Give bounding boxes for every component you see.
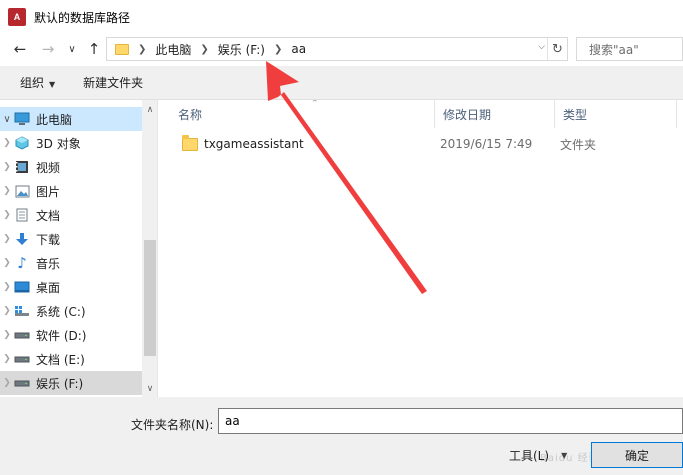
caret-down-icon: ▼ bbox=[561, 450, 568, 460]
ok-button[interactable]: 确定 bbox=[591, 442, 683, 468]
recent-locations-chevron-icon[interactable]: ∨ bbox=[62, 39, 82, 59]
tree-item-label: 系统 (C:) bbox=[36, 304, 86, 319]
column-header-label: 名称 bbox=[178, 107, 203, 122]
chevron-right-icon[interactable]: ❯ bbox=[274, 44, 282, 55]
drive-icon bbox=[14, 352, 30, 366]
chevron-right-icon[interactable]: ❯ bbox=[0, 258, 14, 268]
desktop-icon bbox=[14, 280, 30, 294]
breadcrumb-drive-f[interactable]: 娱乐 (F:) bbox=[218, 41, 265, 58]
chevron-right-icon[interactable]: ❯ bbox=[0, 138, 14, 148]
tree-item-3d-objects[interactable]: ❯ 3D 对象 bbox=[0, 131, 142, 155]
tree-item-downloads[interactable]: ❯ 下载 bbox=[0, 227, 142, 251]
chevron-right-icon[interactable]: ❯ bbox=[138, 44, 146, 55]
sort-ascending-icon: ⌃ bbox=[311, 100, 319, 109]
chevron-right-icon[interactable]: ❯ bbox=[0, 162, 14, 172]
file-row[interactable]: txgameassistant 2019/6/15 7:49 文件夹 bbox=[159, 133, 683, 155]
chevron-right-icon[interactable]: ❯ bbox=[200, 44, 208, 55]
tree-item-drive-d[interactable]: ❯ 软件 (D:) bbox=[0, 323, 142, 347]
organize-button[interactable]: 组织 ▼ bbox=[20, 74, 55, 91]
chevron-right-icon[interactable]: ❯ bbox=[0, 354, 14, 364]
access-app-icon: A bbox=[8, 8, 26, 26]
column-header-modified[interactable]: 修改日期 bbox=[435, 100, 555, 128]
download-icon bbox=[14, 232, 30, 246]
chevron-right-icon[interactable]: ❯ bbox=[0, 210, 14, 220]
tree-item-label: 桌面 bbox=[36, 280, 61, 295]
search-input[interactable]: 搜索"aa" bbox=[576, 37, 683, 61]
tree-item-drive-c[interactable]: ❯ 系统 (C:) bbox=[0, 299, 142, 323]
tree-item-documents[interactable]: ❯ 文档 bbox=[0, 203, 142, 227]
window-title: 默认的数据库路径 bbox=[34, 10, 131, 25]
tree-item-label: 此电脑 bbox=[36, 112, 73, 127]
column-header-type[interactable]: 类型 bbox=[555, 100, 677, 128]
tree-item-label: 软件 (D:) bbox=[36, 328, 87, 343]
document-icon bbox=[14, 208, 30, 222]
dialog-footer: 文件夹名称(N): Baidu 经验 工具(L)▼ 确定 bbox=[0, 397, 683, 475]
tree-item-label: 文档 (E:) bbox=[36, 352, 85, 367]
caret-down-icon: ▼ bbox=[49, 80, 56, 89]
file-name-cell[interactable]: txgameassistant bbox=[182, 133, 304, 155]
folder-name-input[interactable] bbox=[218, 408, 683, 434]
refresh-icon[interactable]: ↻ bbox=[547, 38, 567, 60]
forward-arrow-icon[interactable]: → bbox=[38, 39, 58, 59]
navigation-row: ← → ∨ ↑ ❯ 此电脑 ❯ 娱乐 (F:) ❯ aa ⌵ ↻ 搜索"aa" bbox=[0, 34, 683, 66]
navigation-pane: ∨ 此电脑 ❯ 3D 对象 ❯ 视频 ❯ 图片 ❯ 文档 ❯ 下载 ❯ ♪ 音乐… bbox=[0, 100, 158, 397]
tree-item-this-pc[interactable]: ∨ 此电脑 bbox=[0, 107, 142, 131]
chevron-right-icon[interactable]: ❯ bbox=[0, 330, 14, 340]
tools-button[interactable]: 工具(L) ▼ bbox=[505, 442, 585, 468]
system-drive-icon bbox=[14, 304, 30, 318]
tree-item-label: 视频 bbox=[36, 160, 61, 175]
folder-name-label: 文件夹名称(N): bbox=[131, 418, 214, 432]
breadcrumb-this-pc[interactable]: 此电脑 bbox=[155, 41, 191, 58]
tree-item-drive-f[interactable]: ❯ 娱乐 (F:) bbox=[0, 371, 142, 395]
column-header-size[interactable]: 大 bbox=[677, 100, 683, 128]
folder-icon bbox=[182, 134, 198, 151]
file-modified: 2019/6/15 7:49 bbox=[440, 137, 533, 151]
scroll-up-arrow-icon[interactable]: ∧ bbox=[142, 102, 157, 118]
tools-label: 工具(L) bbox=[509, 448, 550, 463]
drive-icon bbox=[14, 328, 30, 342]
file-name: txgameassistant bbox=[204, 137, 304, 151]
nav-pane-scrollbar[interactable]: ∧ ∨ bbox=[142, 100, 157, 397]
up-arrow-icon[interactable]: ↑ bbox=[84, 39, 104, 59]
address-bar[interactable]: ❯ 此电脑 ❯ 娱乐 (F:) ❯ aa ⌵ ↻ bbox=[106, 37, 568, 61]
tree-item-videos[interactable]: ❯ 视频 bbox=[0, 155, 142, 179]
tree-item-drive-e[interactable]: ❯ 文档 (E:) bbox=[0, 347, 142, 371]
tree-item-label: 3D 对象 bbox=[36, 136, 81, 151]
chevron-down-icon[interactable]: ⌵ bbox=[538, 42, 545, 52]
chevron-right-icon[interactable]: ❯ bbox=[0, 282, 14, 292]
breadcrumb-aa[interactable]: aa bbox=[291, 42, 306, 56]
back-arrow-icon[interactable]: ← bbox=[10, 39, 30, 59]
chevron-right-icon[interactable]: ❯ bbox=[0, 234, 14, 244]
organize-label: 组织 bbox=[20, 76, 45, 90]
tree-item-label: 音乐 bbox=[36, 256, 61, 271]
chevron-right-icon[interactable]: ❯ bbox=[0, 378, 14, 388]
title-bar: A 默认的数据库路径 bbox=[0, 0, 683, 34]
scroll-down-arrow-icon[interactable]: ∨ bbox=[142, 381, 157, 397]
chevron-right-icon[interactable]: ❯ bbox=[0, 306, 14, 316]
tree-item-pictures[interactable]: ❯ 图片 bbox=[0, 179, 142, 203]
music-icon: ♪ bbox=[17, 254, 27, 272]
command-bar: 组织 ▼ 新建文件夹 bbox=[0, 66, 683, 100]
tree-item-label: 文档 bbox=[36, 208, 61, 223]
save-dialog: A 默认的数据库路径 ← → ∨ ↑ ❯ 此电脑 ❯ 娱乐 (F:) ❯ aa … bbox=[0, 0, 683, 475]
tree-item-label: 娱乐 (F:) bbox=[36, 376, 84, 391]
drive-icon bbox=[14, 376, 30, 390]
file-type: 文件夹 bbox=[560, 137, 597, 152]
tree-item-label: 下载 bbox=[36, 232, 61, 247]
cube-3d-icon bbox=[14, 136, 30, 150]
tree-item-music[interactable]: ❯ ♪ 音乐 bbox=[0, 251, 142, 275]
column-header-name[interactable]: 名称 ⌃ bbox=[170, 100, 435, 128]
chevron-down-icon[interactable]: ∨ bbox=[0, 114, 14, 125]
computer-icon bbox=[14, 112, 30, 126]
folder-icon bbox=[115, 43, 129, 55]
picture-icon bbox=[14, 184, 30, 198]
chevron-right-icon[interactable]: ❯ bbox=[0, 186, 14, 196]
file-list: 名称 ⌃ 修改日期 类型 大 txgameassistant 2019/6/15… bbox=[159, 100, 683, 397]
video-icon bbox=[14, 160, 30, 174]
tree-item-desktop[interactable]: ❯ 桌面 bbox=[0, 275, 142, 299]
scrollbar-thumb[interactable] bbox=[144, 240, 156, 356]
new-folder-button[interactable]: 新建文件夹 bbox=[83, 74, 143, 91]
tree-item-label: 图片 bbox=[36, 184, 61, 199]
